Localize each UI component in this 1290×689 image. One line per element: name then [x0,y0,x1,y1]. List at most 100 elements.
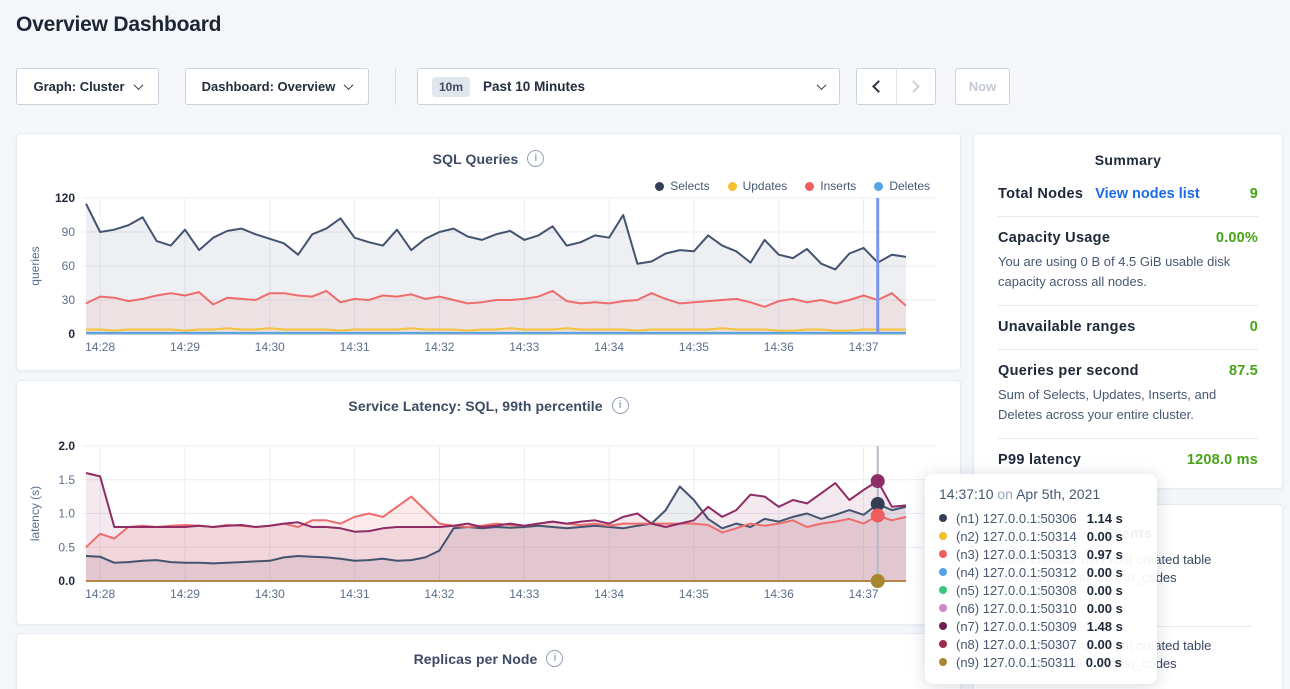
node-address: (n3) 127.0.0.1:50313 [956,547,1077,562]
graph-dropdown[interactable]: Graph: Cluster [16,68,159,105]
tooltip-node-row: (n6) 127.0.0.1:50310 0.00 s [939,599,1143,617]
node-address: (n1) 127.0.0.1:50306 [956,511,1077,526]
replicas-card: Replicas per Node i [16,633,961,689]
svg-text:120: 120 [55,191,75,205]
svg-text:2.0: 2.0 [58,439,75,453]
node-address: (n8) 127.0.0.1:50307 [956,637,1077,652]
svg-text:90: 90 [62,225,76,239]
svg-text:14:33: 14:33 [509,340,539,354]
legend-item[interactable]: Inserts [805,179,856,193]
svg-text:14:33: 14:33 [509,587,539,601]
node-address: (n5) 127.0.0.1:50308 [956,583,1077,598]
svg-text:14:36: 14:36 [764,340,794,354]
tooltip-node-row: (n1) 127.0.0.1:50306 1.14 s [939,509,1143,527]
node-address: (n7) 127.0.0.1:50309 [956,619,1077,634]
summary-description: Sum of Selects, Updates, Inserts, and De… [998,385,1258,424]
controls-bar: Graph: Cluster Dashboard: Overview 10m P… [0,68,1290,105]
summary-label: Total Nodes [998,186,1083,202]
node-color-dot [939,658,947,666]
chart-legend: Selects Updates Inserts Deletes [655,179,930,193]
sql-queries-chart[interactable]: 14:2814:2914:3014:3114:3214:3314:3414:35… [17,134,960,370]
time-range-dropdown[interactable]: 10m Past 10 Minutes [417,68,840,105]
svg-text:14:29: 14:29 [170,340,200,354]
legend-item[interactable]: Selects [655,179,709,193]
chart-title: Service Latency: SQL, 99th percentile [348,398,602,414]
node-color-dot [939,568,947,576]
svg-text:14:35: 14:35 [679,587,709,601]
graph-dropdown-label: Graph: Cluster [33,79,124,94]
node-latency-value: 0.00 s [1087,565,1123,580]
time-prev-button[interactable] [857,69,896,104]
svg-text:14:32: 14:32 [424,340,454,354]
legend-dot [728,182,737,191]
tooltip-node-row: (n7) 127.0.0.1:50309 1.48 s [939,617,1143,635]
overview-dashboard-page: { "page": { "title": "Overview Dashboard… [0,0,1290,689]
node-latency-value: 0.00 s [1086,655,1122,670]
svg-text:0.0: 0.0 [58,574,75,588]
summary-value: 9 [1250,186,1258,202]
info-icon[interactable]: i [612,397,629,414]
chevron-left-icon [872,80,885,93]
tooltip-rows: (n1) 127.0.0.1:50306 1.14 s (n2) 127.0.0… [939,509,1143,671]
info-icon[interactable]: i [527,150,544,167]
node-address: (n6) 127.0.0.1:50310 [956,601,1077,616]
summary-row-capacity: Capacity Usage 0.00% You are using 0 B o… [998,217,1258,306]
sql-queries-title-row: SQL Queries i [17,150,960,167]
latency-title-row: Service Latency: SQL, 99th percentile i [17,397,960,414]
summary-value: 1208.0 ms [1187,452,1258,468]
node-color-dot [939,514,947,522]
tooltip-date: Apr 5th, 2021 [1016,486,1100,502]
now-button[interactable]: Now [955,68,1010,105]
node-latency-value: 0.00 s [1087,637,1123,652]
tooltip-node-row: (n8) 127.0.0.1:50307 0.00 s [939,635,1143,653]
svg-text:14:29: 14:29 [170,587,200,601]
summary-label: Queries per second [998,363,1139,379]
summary-label: Unavailable ranges [998,319,1136,335]
svg-text:latency (s): latency (s) [28,486,42,541]
latency-chart[interactable]: 14:2814:2914:3014:3114:3214:3314:3414:35… [17,381,960,624]
dashboard-dropdown[interactable]: Dashboard: Overview [185,68,369,105]
svg-text:14:31: 14:31 [340,587,370,601]
summary-value: 87.5 [1229,363,1258,379]
svg-text:0: 0 [68,327,75,341]
svg-text:14:35: 14:35 [679,340,709,354]
svg-text:14:31: 14:31 [340,340,370,354]
svg-text:14:28: 14:28 [85,340,115,354]
svg-text:14:36: 14:36 [764,587,794,601]
node-latency-value: 0.00 s [1087,529,1123,544]
time-next-button[interactable] [896,69,936,104]
node-color-dot [939,622,947,630]
legend-item[interactable]: Updates [728,179,788,193]
time-range-badge: 10m [432,77,470,97]
chevron-down-icon [817,80,827,90]
latency-card: 14:2814:2914:3014:3114:3214:3314:3414:35… [16,380,961,625]
node-latency-value: 0.00 s [1087,601,1123,616]
tooltip-node-row: (n2) 127.0.0.1:50314 0.00 s [939,527,1143,545]
legend-item[interactable]: Deletes [874,179,930,193]
svg-text:14:34: 14:34 [594,340,624,354]
svg-text:14:37: 14:37 [849,587,879,601]
chart-title: SQL Queries [433,151,519,167]
legend-dot [655,182,664,191]
svg-text:1.0: 1.0 [58,507,75,521]
dashboard-dropdown-label: Dashboard: Overview [202,79,336,94]
summary-label: Capacity Usage [998,230,1110,246]
svg-text:1.5: 1.5 [58,473,75,487]
summary-value: 0.00% [1216,230,1258,246]
summary-description: You are using 0 B of 4.5 GiB usable disk… [998,252,1258,291]
tooltip-node-row: (n4) 127.0.0.1:50312 0.00 s [939,563,1143,581]
svg-text:14:28: 14:28 [85,587,115,601]
charts-column: 14:2814:2914:3014:3114:3214:3314:3414:35… [16,133,961,689]
tooltip-timestamp: 14:37:10 on Apr 5th, 2021 [939,486,1143,502]
node-address: (n9) 127.0.0.1:50311 [956,655,1076,670]
tooltip-node-row: (n9) 127.0.0.1:50311 0.00 s [939,653,1143,671]
node-color-dot [939,586,947,594]
node-color-dot [939,550,947,558]
node-color-dot [939,532,947,540]
node-latency-value: 1.48 s [1087,619,1123,634]
chevron-down-icon [344,80,354,90]
view-nodes-link[interactable]: View nodes list [1095,186,1200,202]
tooltip-time: 14:37:10 [939,486,994,502]
chevron-down-icon [133,80,143,90]
info-icon[interactable]: i [546,650,563,667]
